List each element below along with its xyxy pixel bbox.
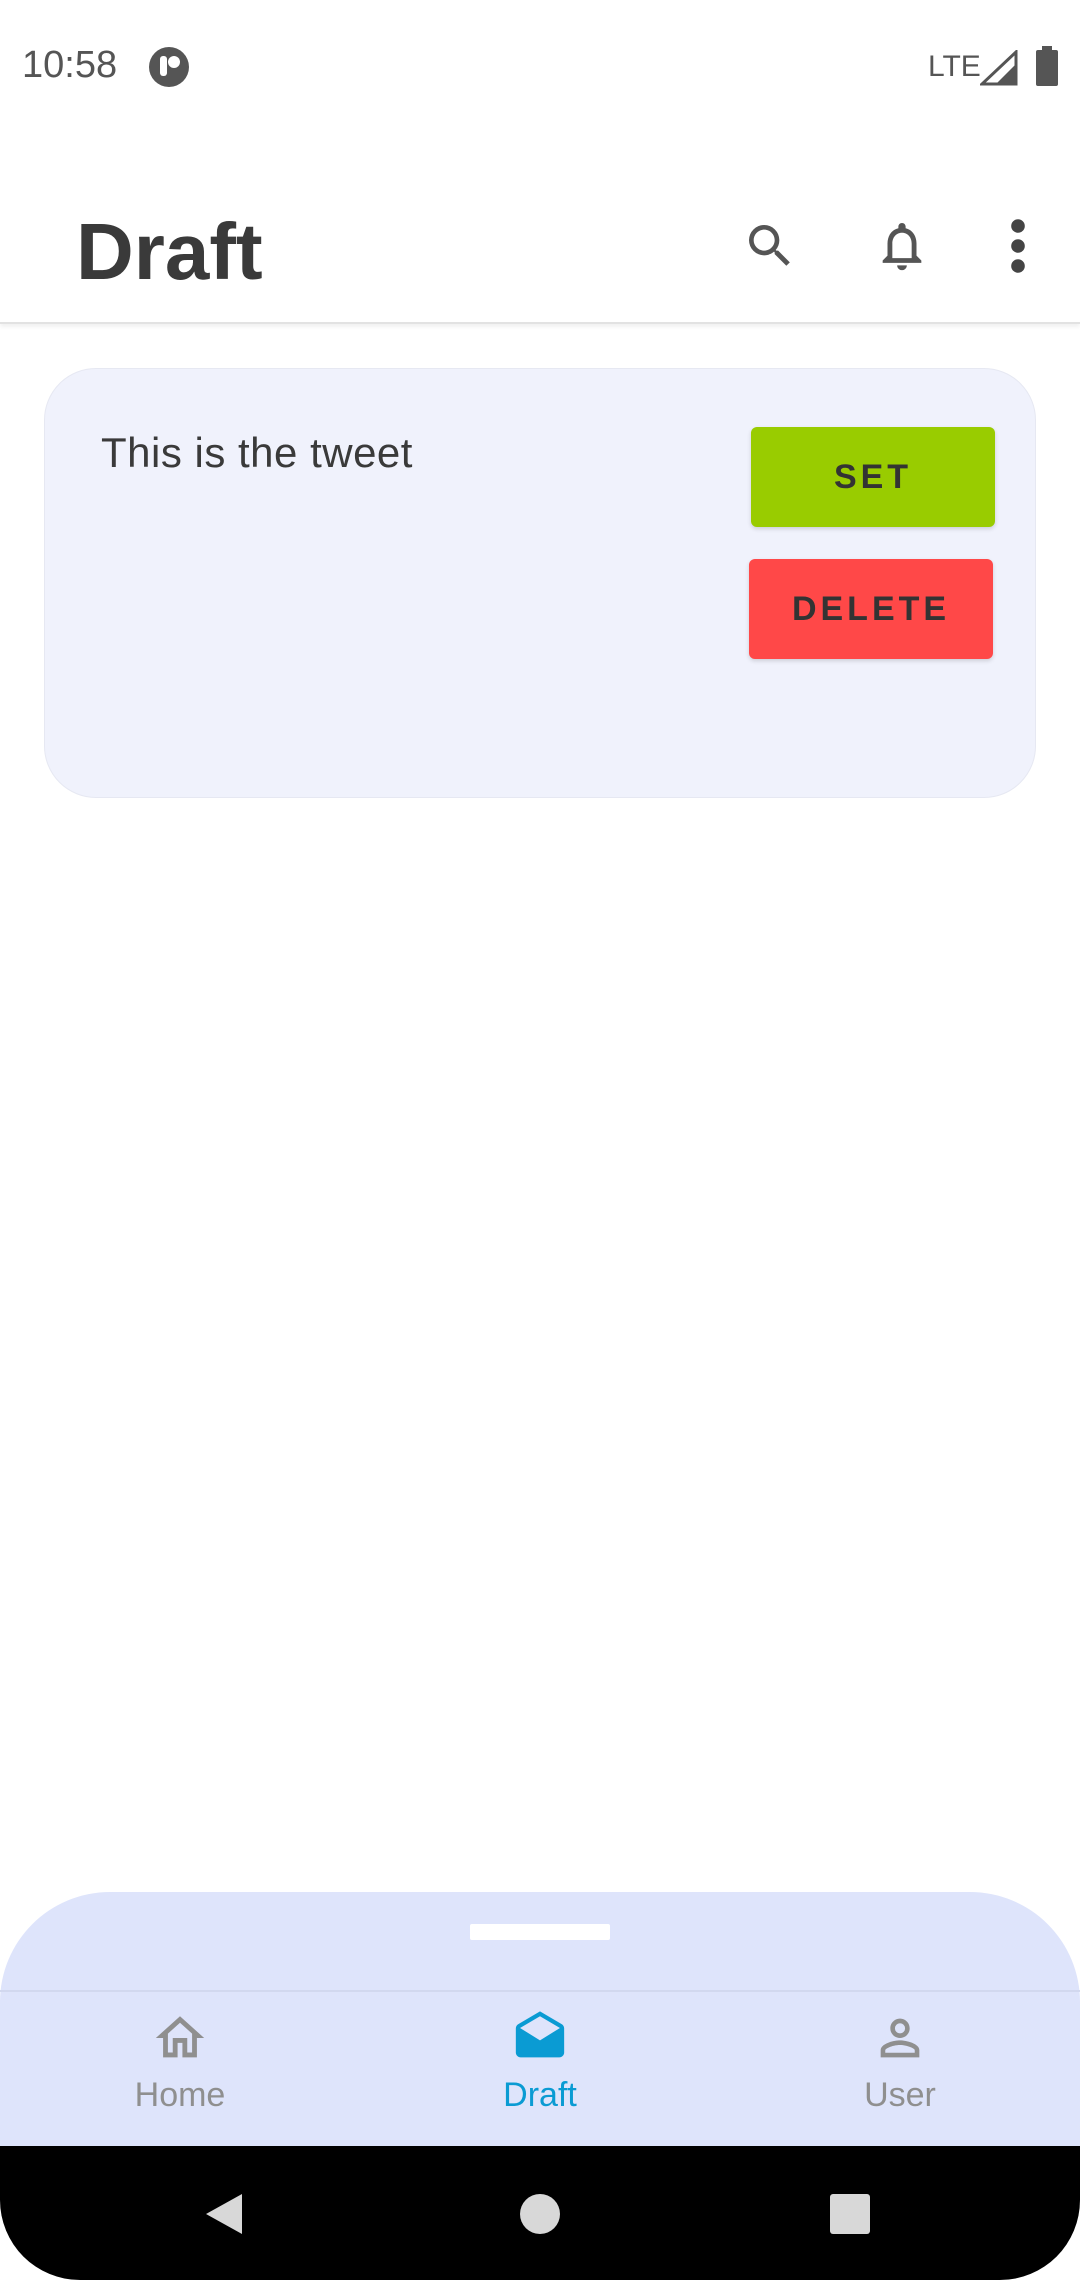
more-vert-icon [1011,219,1025,273]
bottom-sheet: Home Draft User [0,1892,1080,2152]
sheet-drag-handle[interactable] [470,1924,610,1940]
nav-item-draft[interactable]: Draft [420,2010,660,2130]
notifications-button[interactable] [872,216,932,276]
person-icon [880,2018,920,2058]
bell-icon [882,223,922,271]
nav-label-draft: Draft [503,2076,577,2114]
nav-item-home[interactable]: Home [60,2010,300,2130]
back-icon[interactable] [202,2192,246,2236]
page-title: Draft [76,207,263,296]
nav-item-user[interactable]: User [780,2010,1020,2130]
network-type: LTE [928,50,981,83]
home-icon [155,2016,205,2058]
nav-label-user: User [864,2076,936,2114]
overflow-menu-button[interactable] [990,216,1046,276]
status-bar: 10:58 LTE [0,0,1080,136]
drafts-icon [515,2011,565,2058]
draft-tweet-text: This is the tweet [101,429,413,476]
search-icon [749,225,790,266]
recents-icon[interactable] [828,2192,872,2236]
app-bar: Draft [0,136,1080,324]
app-notification-icon [149,47,189,87]
delete-button[interactable]: DELETE [749,559,993,659]
signal-icon [980,50,1018,86]
home-circle-icon[interactable] [518,2192,562,2236]
set-button[interactable]: SET [751,427,995,527]
status-time: 10:58 [22,44,118,86]
system-nav-bar [0,2146,1080,2280]
battery-icon [1036,46,1058,86]
draft-card: This is the tweet SET DELETE [44,368,1036,798]
nav-divider [0,1990,1080,1992]
search-button[interactable] [740,216,800,276]
nav-label-home: Home [134,2076,226,2114]
